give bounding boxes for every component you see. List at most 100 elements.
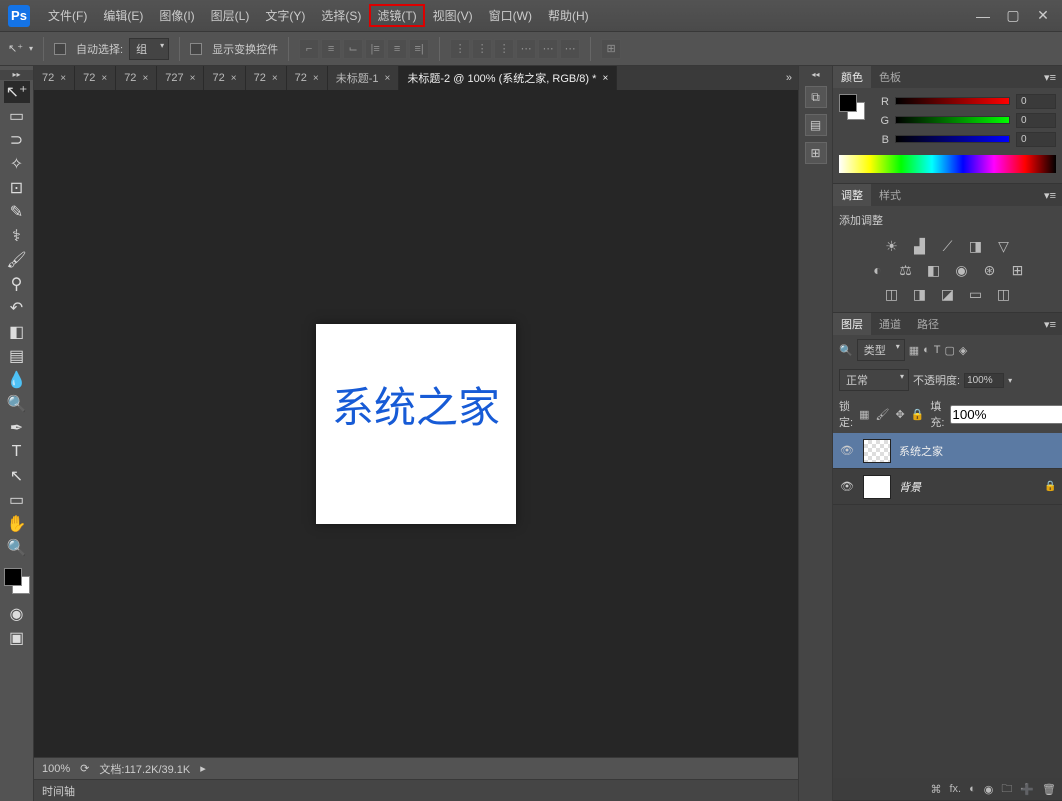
tab-swatches[interactable]: 色板 xyxy=(871,66,909,88)
minimize-button[interactable]: — xyxy=(968,6,998,26)
distribute-right-icon[interactable]: ⋯ xyxy=(560,39,580,59)
fill-input[interactable] xyxy=(950,405,1062,424)
tab-color[interactable]: 颜色 xyxy=(833,66,871,88)
layer-row[interactable]: 👁背景🔒 xyxy=(833,469,1062,505)
history-brush-tool[interactable]: ↶ xyxy=(4,297,30,319)
brush-tool[interactable]: 🖌 xyxy=(4,249,30,271)
magic-wand-tool[interactable]: ✧ xyxy=(4,153,30,175)
menu-f[interactable]: 文件(F) xyxy=(40,4,95,27)
clone-stamp-tool[interactable]: ⚲ xyxy=(4,273,30,295)
lock-transparency-icon[interactable]: ▦ xyxy=(859,408,869,421)
selective-color-icon[interactable]: ◫ xyxy=(994,286,1014,302)
auto-select-mode-dropdown[interactable]: 组 xyxy=(129,38,169,60)
crop-tool[interactable]: ⊡ xyxy=(4,177,30,199)
close-tab-icon[interactable]: × xyxy=(101,73,107,84)
align-vcenter-icon[interactable]: ≡ xyxy=(321,39,341,59)
layer-name-label[interactable]: 背景 xyxy=(899,479,1036,495)
align-right-icon[interactable]: ≡| xyxy=(409,39,429,59)
path-selection-tool[interactable]: ↖ xyxy=(4,465,30,487)
lock-pixels-icon[interactable]: 🖌 xyxy=(875,408,889,421)
layer-thumbnail[interactable] xyxy=(863,439,891,463)
healing-brush-tool[interactable]: ⚕ xyxy=(4,225,30,247)
auto-align-icon[interactable]: ⊞ xyxy=(601,39,621,59)
align-top-icon[interactable]: ⌐ xyxy=(299,39,319,59)
properties-panel-icon[interactable]: ⊞ xyxy=(805,142,827,164)
auto-select-checkbox[interactable] xyxy=(54,43,66,55)
link-layers-icon[interactable]: ⌘ xyxy=(930,783,941,796)
menu-e[interactable]: 编辑(E) xyxy=(95,4,151,27)
layer-thumbnail[interactable] xyxy=(863,475,891,499)
close-tab-icon[interactable]: × xyxy=(231,73,237,84)
document-tab[interactable]: 727× xyxy=(157,66,204,90)
align-left-icon[interactable]: |≡ xyxy=(365,39,385,59)
r-slider[interactable] xyxy=(895,97,1010,107)
filter-pixel-icon[interactable]: ▦ xyxy=(909,344,919,357)
lasso-tool[interactable]: ⊃ xyxy=(4,129,30,151)
close-tab-icon[interactable]: × xyxy=(60,73,66,84)
tool-preset-dropdown-icon[interactable]: ▾ xyxy=(29,44,33,53)
marquee-tool[interactable]: ▭ xyxy=(4,105,30,127)
r-value-input[interactable]: 0 xyxy=(1016,94,1056,109)
document-tab[interactable]: 72× xyxy=(116,66,157,90)
tab-paths[interactable]: 路径 xyxy=(909,313,947,335)
layer-fx-icon[interactable]: fx. xyxy=(949,783,961,795)
gradient-tool[interactable]: ▤ xyxy=(4,345,30,367)
align-bottom-icon[interactable]: ⌙ xyxy=(343,39,363,59)
foreground-color[interactable] xyxy=(4,568,22,586)
pen-tool[interactable]: ✒ xyxy=(4,417,30,439)
dock-expand-icon[interactable]: ◂◂ xyxy=(799,70,832,80)
g-slider[interactable] xyxy=(895,116,1010,126)
close-tab-icon[interactable]: × xyxy=(142,73,148,84)
close-tab-icon[interactable]: × xyxy=(313,73,319,84)
filter-type-icon[interactable]: T xyxy=(934,344,941,356)
layer-visibility-icon[interactable]: 👁 xyxy=(839,444,855,457)
color-lookup-icon[interactable]: ⊞ xyxy=(1008,262,1028,278)
tab-styles[interactable]: 样式 xyxy=(871,184,909,206)
close-tab-icon[interactable]: × xyxy=(385,73,391,84)
close-button[interactable]: ✕ xyxy=(1028,6,1058,26)
new-fill-icon[interactable]: ◉ xyxy=(984,783,994,796)
document-tab[interactable]: 72× xyxy=(246,66,287,90)
layer-filter-dropdown[interactable]: 类型 xyxy=(857,339,905,361)
color-balance-icon[interactable]: ⚖ xyxy=(896,262,916,278)
layer-mask-icon[interactable]: ◐ xyxy=(969,783,976,795)
tab-channels[interactable]: 通道 xyxy=(871,313,909,335)
tabs-overflow-icon[interactable]: » xyxy=(780,66,798,90)
photo-filter-icon[interactable]: ◉ xyxy=(952,262,972,278)
menu-h[interactable]: 帮助(H) xyxy=(540,4,597,27)
channel-mixer-icon[interactable]: ⊛ xyxy=(980,262,1000,278)
history-panel-icon[interactable]: ⧉ xyxy=(805,86,827,108)
distribute-vcenter-icon[interactable]: ⋮ xyxy=(472,39,492,59)
layer-row[interactable]: 👁 系统之家 xyxy=(833,433,1062,469)
opacity-dropdown-icon[interactable]: ▾ xyxy=(1008,376,1012,385)
menu-l[interactable]: 图层(L) xyxy=(203,4,258,27)
tab-adjustments[interactable]: 调整 xyxy=(833,184,871,206)
actions-panel-icon[interactable]: ▤ xyxy=(805,114,827,136)
levels-icon[interactable]: ▟ xyxy=(910,238,930,254)
panel-menu-icon[interactable]: ▾≡ xyxy=(1038,313,1062,335)
color-fg-bg-swatch[interactable] xyxy=(839,94,865,120)
filter-adjustment-icon[interactable]: ◐ xyxy=(923,344,930,356)
show-transform-checkbox[interactable] xyxy=(190,43,202,55)
opacity-input[interactable] xyxy=(964,373,1004,388)
document-tab[interactable]: 未标题-2 @ 100% (系统之家, RGB/8) *× xyxy=(399,66,617,90)
threshold-icon[interactable]: ◪ xyxy=(938,286,958,302)
timeline-panel[interactable]: 时间轴 xyxy=(34,779,798,801)
vibrance-icon[interactable]: ▽ xyxy=(994,238,1014,254)
status-sync-icon[interactable]: ⟳ xyxy=(80,762,89,775)
document-info[interactable]: 文档:117.2K/39.1K xyxy=(99,761,190,777)
color-spectrum[interactable] xyxy=(839,155,1056,173)
zoom-tool[interactable]: 🔍 xyxy=(4,537,30,559)
menu-y[interactable]: 文字(Y) xyxy=(257,4,313,27)
eraser-tool[interactable]: ◧ xyxy=(4,321,30,343)
move-tool[interactable]: ↖⁺ xyxy=(4,81,30,103)
document-tab[interactable]: 未标题-1× xyxy=(328,66,400,90)
menu-t[interactable]: 滤镜(T) xyxy=(369,4,424,27)
maximize-button[interactable]: ▢ xyxy=(998,6,1028,26)
b-slider[interactable] xyxy=(895,135,1010,145)
exposure-icon[interactable]: ◨ xyxy=(966,238,986,254)
filter-smart-icon[interactable]: ◈ xyxy=(959,344,967,357)
layer-name-label[interactable]: 系统之家 xyxy=(899,443,1056,459)
invert-icon[interactable]: ◫ xyxy=(882,286,902,302)
shape-tool[interactable]: ▭ xyxy=(4,489,30,511)
